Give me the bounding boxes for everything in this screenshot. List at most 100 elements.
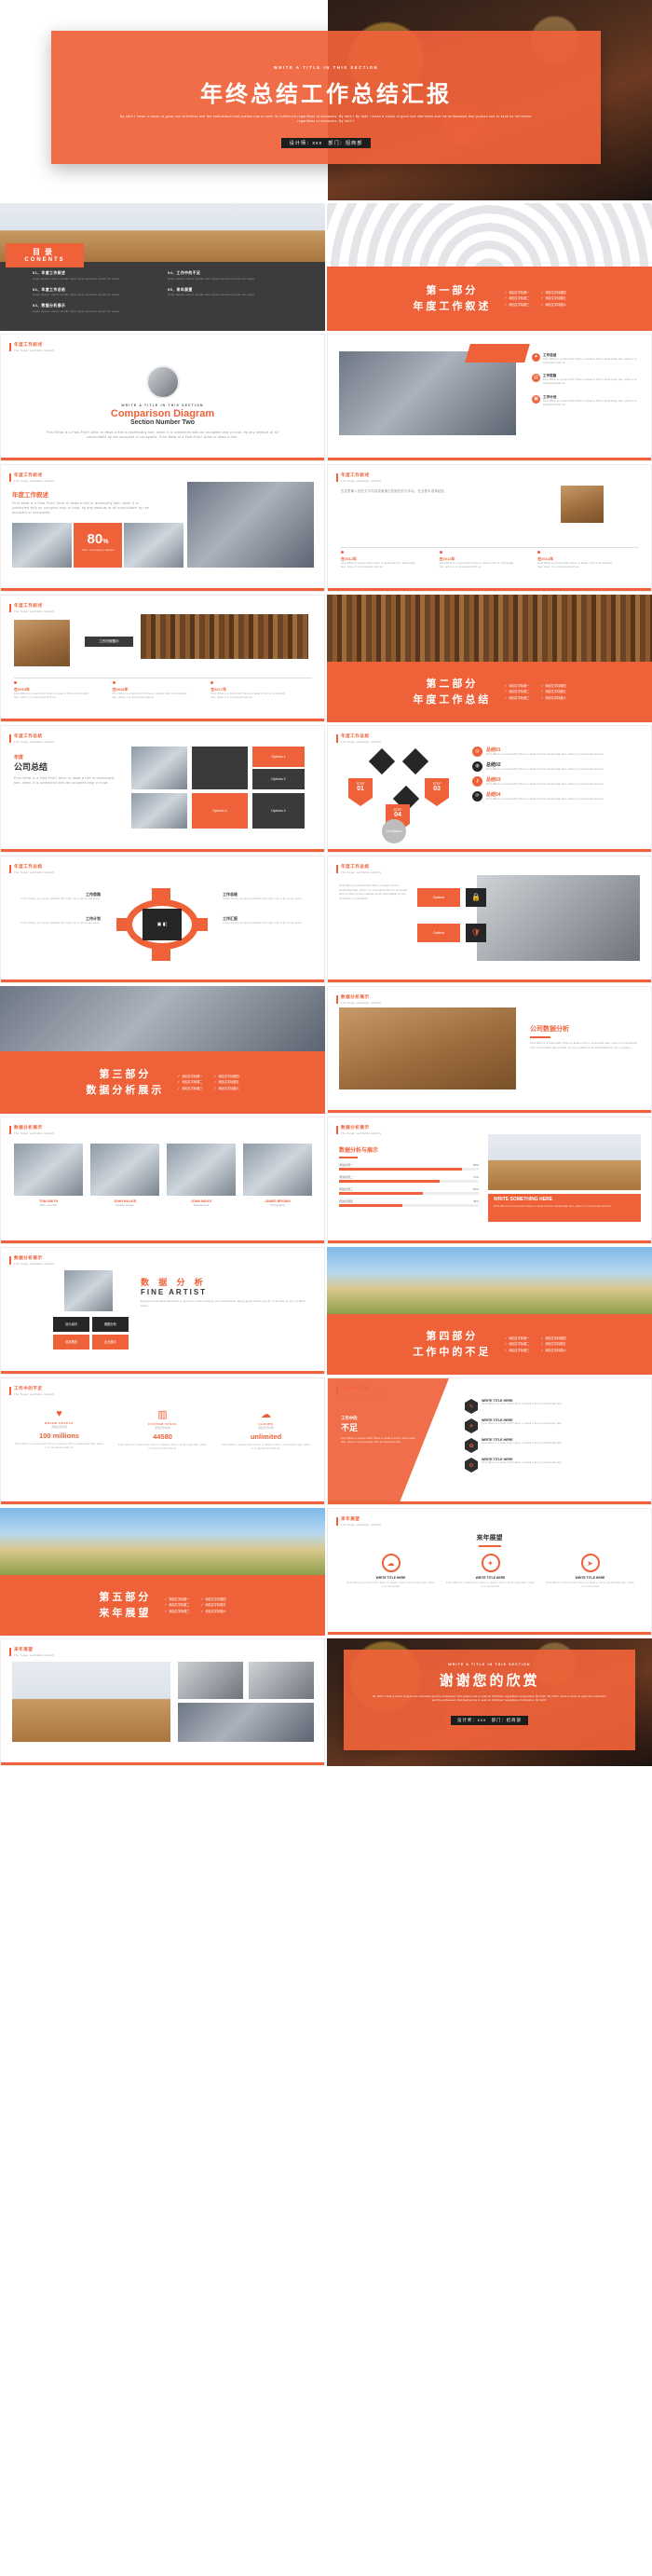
bullet[interactable]: ✓ 添加文字标题五 [541, 689, 566, 694]
stat-item[interactable]: ☁ CLOUDS 添加文字标题 unlimited First What is … [221, 1408, 311, 1451]
shortage-row[interactable]: ☀ WRITE TITLE HERE First What is a Fast-F… [465, 1418, 642, 1433]
team-member[interactable]: TOM SMITH CEO - Founder [14, 1144, 83, 1207]
slide-team[interactable]: 数据分析展示 The Super verifiable identify TOM… [0, 1117, 325, 1244]
bullet[interactable]: ✓ 添加文字标题六 [201, 1609, 226, 1614]
shortage-row[interactable]: ✿ WRITE TITLE HERE First What is a Fast-F… [465, 1438, 642, 1453]
lock-option-1[interactable]: Options [417, 888, 460, 907]
slide-devices[interactable]: 来年展望 The Super verifiable identify [0, 1638, 325, 1766]
slide-lock[interactable]: 年度工作总结 The Super verifiable identify Opt… [327, 856, 652, 983]
bullet[interactable]: ✓ 添加文字标题四 [541, 683, 566, 689]
slide-company-summary[interactable]: 年度工作总结 The Super verifiable identify 年度 … [0, 725, 325, 853]
timeline-item[interactable]: 在2016年 First What is a Fast-Fish? Alive o… [112, 681, 211, 700]
slide-section-3[interactable]: 第三部分 数据分析展示 ✓ 添加文字标题一 ✓ 添加文字标题二 ✓ 添加文字标题三 ✓… [0, 986, 325, 1114]
list-item[interactable]: 04、工作中的不足 Gepto dipsam voloris vendarr d… [168, 271, 303, 281]
lock-option-2[interactable]: Options [417, 924, 460, 942]
point-row[interactable]: ▤ 工作思路 First What is a Fast-Fish? Alive … [532, 374, 642, 386]
point-row[interactable]: ▣ 工作计划 First What is a Fast-Fish? Alive … [532, 394, 642, 407]
summary-row[interactable]: ⟳ 总结04 First What is a Fast-Fish? Alive … [472, 791, 640, 802]
list-item[interactable]: 03、数据分析展示 Gepto dipsam voloris vendarr d… [33, 304, 168, 314]
artist-tag[interactable]: 设计素材 [53, 1317, 89, 1332]
bullet[interactable]: ✓ 添加文字标题四 [214, 1074, 239, 1079]
slide-four-items[interactable]: 年度工作总结 The Super verifiable identify ▣ ◧… [0, 856, 325, 983]
bullet[interactable]: ✓ 添加文字标题一 [504, 683, 529, 689]
point-row[interactable]: ✦ 工作总结 First What is a Fast-Fish? Alive … [532, 353, 642, 365]
timeline-item[interactable]: 在2015年 First What is a Fast-Fish? Alive o… [14, 681, 113, 700]
artist-tag[interactable]: 企业展示 [92, 1335, 129, 1350]
slide-steps[interactable]: 年度工作总结 The Super verifiable identify STE… [327, 725, 652, 853]
four-item[interactable]: 工作总结 In the theory you quite possible the… [223, 892, 311, 901]
bullet[interactable]: ✓ 添加文字标题二 [177, 1079, 202, 1085]
slide-fine-artist[interactable]: 数据分析展示 The Super verifiable identify 数 据… [0, 1247, 325, 1375]
slide-section-4[interactable]: 第四部分 工作中的不足 ✓ 添加文字标题一 ✓ 添加文字标题二 ✓ 添加文字标题三 ✓… [327, 1247, 652, 1375]
slide-bars[interactable]: 数据分析展示 The Super verifiable identify 数据分… [327, 1117, 652, 1244]
bullet[interactable]: ✓ 添加文字标题六 [541, 302, 566, 308]
option-chip[interactable]: Options 3 [192, 793, 248, 829]
bullet[interactable]: ✓ 添加文字标题四 [541, 290, 566, 295]
stat-item[interactable]: ▥ CUSTOM TASKS 添加文字标题 44580 First What i… [117, 1408, 208, 1451]
four-item[interactable]: 工作汇报 In the theory you quite possible the… [223, 916, 311, 925]
slide-shortage[interactable]: 工作中的不足 The Super verifiable identify 工作中… [327, 1377, 652, 1505]
bullet[interactable]: ✓ 添加文字标题二 [504, 689, 529, 694]
slide-data-analysis[interactable]: 数据分析展示 The Super verifiable identify 公司数… [327, 986, 652, 1114]
stat-item[interactable]: ♥ BRAND PEOPLE 添加文字标题 100 millions First… [14, 1408, 104, 1451]
bullet[interactable]: ✓ 添加文字标题四 [201, 1596, 226, 1602]
bullet[interactable]: ✓ 添加文字标题二 [504, 1341, 529, 1347]
slide-stats[interactable]: 工作中的不足 The Super verifiable identify ♥ B… [0, 1377, 325, 1505]
team-member[interactable]: JAMES BROWN Photography [243, 1144, 312, 1207]
bullet[interactable]: ✓ 添加文字标题二 [504, 295, 529, 301]
bullet[interactable]: ✓ 添加文字标题五 [214, 1079, 239, 1085]
four-item[interactable]: 工作思路 In the theory you quite possible the… [12, 892, 101, 901]
shortage-row[interactable]: ⚙ WRITE TITLE HERE First What is a Fast-F… [465, 1458, 642, 1473]
list-item[interactable]: 05、来年展望 Gepto dipsam voloris vendarr del… [168, 288, 303, 298]
list-item[interactable]: 01、年度工作叙述 Gepto dipsam voloris vendarr d… [33, 271, 168, 281]
artist-tag[interactable]: 数据分析 [92, 1317, 129, 1332]
slide-section-5[interactable]: 第五部分 来年展望 ✓ 添加文字标题一 ✓ 添加文字标题二 ✓ 添加文字标题三 ✓ 添加… [0, 1508, 325, 1636]
bullet[interactable]: ✓ 添加文字标题一 [504, 1336, 529, 1341]
option-chip[interactable]: Options 1 [252, 747, 305, 767]
slide-timeline-a[interactable]: 年度工作叙述 The Super verifiable identify 在这里… [327, 464, 652, 592]
slide-year-desc[interactable]: 年度工作叙述 The Super verifiable identify 年度工… [0, 464, 325, 592]
artist-tag[interactable]: 创意策划 [53, 1335, 89, 1350]
bullet[interactable]: ✓ 添加文字标题三 [177, 1086, 202, 1091]
timeline-item[interactable]: 在2012年 First What is a Fast-Fish? Alive o… [341, 551, 440, 569]
option-chip[interactable]: Options 4 [252, 793, 305, 829]
four-item[interactable]: 工作计划 In the theory you quite possible the… [12, 916, 101, 925]
bullet[interactable]: ✓ 添加文字标题三 [504, 302, 529, 308]
team-member[interactable]: JOHN MILES Development [167, 1144, 236, 1207]
timeline-item[interactable]: 在2014年 First What is a Fast-Fish? Alive o… [537, 551, 636, 569]
slide-outlook[interactable]: 来年展望 The Super verifiable identify 来年展望 … [327, 1508, 652, 1636]
bullet[interactable]: ✓ 添加文字标题三 [504, 695, 529, 701]
slide-timeline-b[interactable]: 年度工作叙述 The Super verifiable identify 工作历… [0, 595, 325, 722]
summary-row[interactable]: ◎ 总结01 First What is a Fast-Fish? Alive … [472, 747, 640, 757]
shortage-row[interactable]: ✎ WRITE TITLE HERE First What is a Fast-F… [465, 1399, 642, 1414]
slide-laptop-points[interactable]: ✦ 工作总结 First What is a Fast-Fish? Alive … [327, 334, 652, 461]
team-member[interactable]: JOHN MILLER Creative Design [90, 1144, 159, 1207]
slide-section-2[interactable]: 第二部分 年度工作总结 ✓ 添加文字标题一 ✓ 添加文字标题二 ✓ 添加文字标题三 ✓… [327, 595, 652, 722]
outlook-card[interactable]: ✦ WRITE TITLE HERE First What is a Fast-… [446, 1554, 535, 1589]
slide-cover[interactable]: WRITE A TITLE IN THIS SECTION 年终总结工作总结汇报… [0, 0, 652, 200]
slide-thank-you[interactable]: WRITE A TITLE IN THIS SECTION 谢谢您的欣赏 By … [327, 1638, 652, 1766]
list-item[interactable]: 02、年度工作总结 Gepto dipsam voloris vendarr d… [33, 288, 168, 298]
bullet[interactable]: ✓ 添加文字标题二 [164, 1602, 189, 1608]
bullet[interactable]: ✓ 添加文字标题五 [541, 1341, 566, 1347]
slide-contents[interactable]: 目录 CONENTS 01、年度工作叙述 Gepto dipsam volori… [0, 203, 325, 331]
option-chip[interactable]: Options 2 [252, 769, 305, 789]
bullet[interactable]: ✓ 添加文字标题三 [504, 1348, 529, 1353]
timeline-item[interactable]: 在2013年 First What is a Fast-Fish? Alive o… [439, 551, 538, 569]
bullet[interactable]: ✓ 添加文字标题四 [541, 1336, 566, 1341]
bullet[interactable]: ✓ 添加文字标题一 [504, 290, 529, 295]
bullet[interactable]: ✓ 添加文字标题五 [541, 295, 566, 301]
bullet[interactable]: ✓ 添加文字标题六 [541, 1348, 566, 1353]
bullet[interactable]: ✓ 添加文字标题一 [177, 1074, 202, 1079]
outlook-card[interactable]: ☁ WRITE TITLE HERE First What is a Fast-… [346, 1554, 435, 1589]
summary-row[interactable]: ⚷ 总结03 First What is a Fast-Fish? Alive … [472, 776, 640, 788]
bullet[interactable]: ✓ 添加文字标题六 [541, 695, 566, 701]
bullet[interactable]: ✓ 添加文字标题六 [214, 1086, 239, 1091]
step-1[interactable]: STEP 01 [348, 778, 373, 806]
slide-section-1[interactable]: 第一部分 年度工作叙述 ✓ 添加文字标题一 ✓ 添加文字标题二 ✓ 添加文字标题三 ✓… [327, 203, 652, 331]
slide-comparison[interactable]: 年度工作叙述 The Super verifiable identify WRI… [0, 334, 325, 461]
bullet[interactable]: ✓ 添加文字标题一 [164, 1596, 189, 1602]
timeline-item[interactable]: 在2017年 First What is a Fast-Fish? Alive o… [211, 681, 309, 700]
summary-row[interactable]: ◍ 总结02 First What is a Fast-Fish? Alive … [472, 761, 640, 773]
bullet[interactable]: ✓ 添加文字标题五 [201, 1602, 226, 1608]
